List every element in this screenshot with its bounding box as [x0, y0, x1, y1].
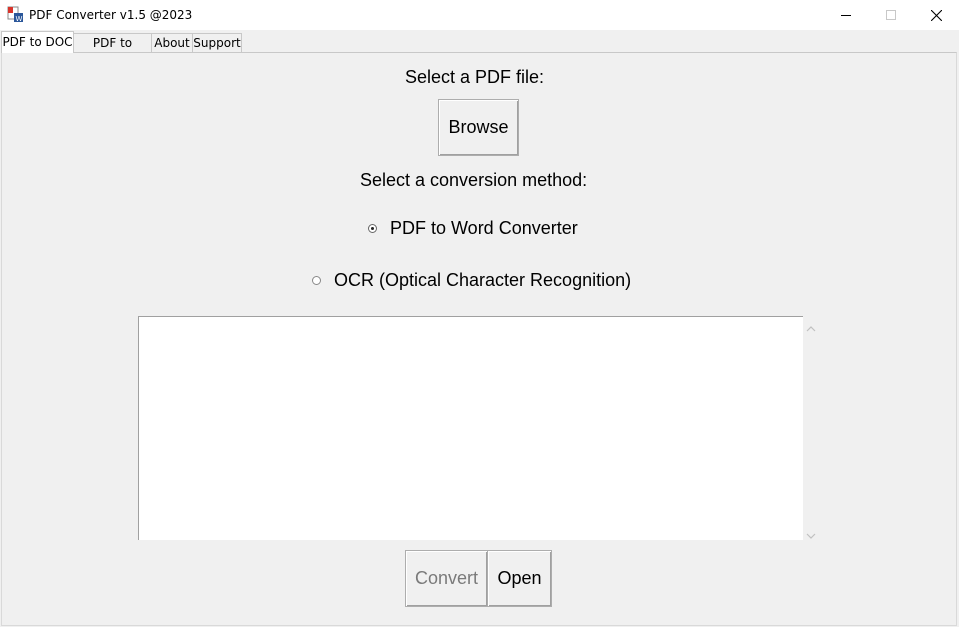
method-label: Select a conversion method:	[360, 170, 588, 190]
close-button[interactable]	[913, 0, 959, 30]
tab-support[interactable]: Support	[192, 33, 242, 52]
svg-text:W: W	[16, 15, 23, 23]
minimize-button[interactable]	[823, 0, 869, 30]
radio-label-ocr: OCR (Optical Character Recognition)	[334, 270, 632, 290]
minimize-icon	[841, 10, 851, 20]
output-text-area[interactable]	[138, 316, 803, 540]
browse-button[interactable]: Browse	[438, 99, 519, 156]
title-bar: W PDF Converter v1.5 @2023	[0, 0, 959, 30]
maximize-button[interactable]	[868, 0, 914, 30]
radio-button-unchecked[interactable]	[312, 275, 321, 285]
select-pdf-label: Select a PDF file:	[405, 67, 545, 87]
radio-label-pdf-to-word: PDF to Word Converter	[390, 218, 578, 238]
maximize-icon	[886, 10, 896, 20]
tab-pdf-to-doc[interactable]: PDF to DOC	[1, 31, 74, 53]
open-button[interactable]: Open	[487, 550, 552, 607]
scroll-up-icon[interactable]	[806, 320, 816, 332]
scroll-down-icon[interactable]	[806, 527, 816, 539]
radio-pdf-to-word[interactable]: PDF to Word Converter	[368, 217, 578, 239]
app-icon: W	[7, 6, 24, 23]
close-icon	[930, 9, 942, 21]
window-title: PDF Converter v1.5 @2023	[29, 8, 193, 22]
convert-button[interactable]: Convert	[405, 550, 488, 607]
radio-ocr[interactable]: OCR (Optical Character Recognition)	[312, 269, 631, 291]
tab-pdf-to-image[interactable]: PDF to Image	[73, 33, 152, 69]
radio-button-checked[interactable]	[368, 223, 377, 233]
tab-about[interactable]: About	[151, 33, 193, 52]
